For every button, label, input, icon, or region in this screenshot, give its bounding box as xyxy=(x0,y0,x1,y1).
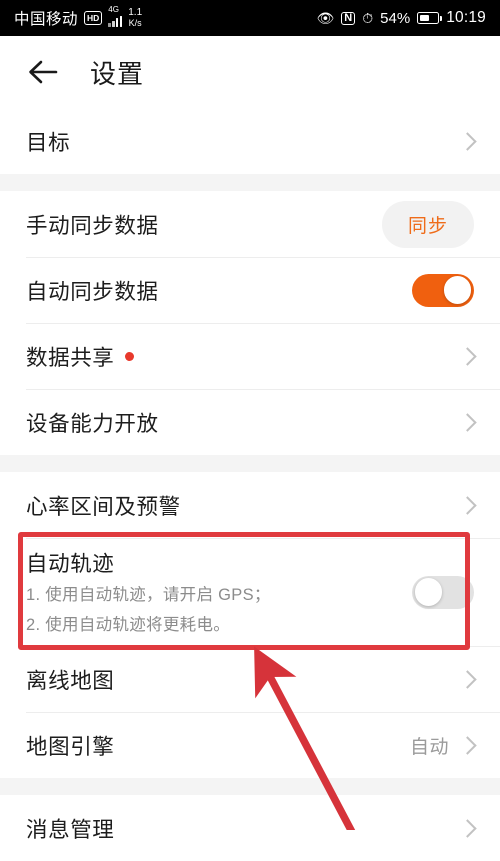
row-content: 自动同步数据 xyxy=(26,275,412,306)
row-separator xyxy=(26,538,500,539)
row-separator xyxy=(26,323,500,324)
settings-row[interactable]: 自动同步数据 xyxy=(0,257,500,323)
row-content: 自动轨迹 1. 使用自动轨迹，请开启 GPS； 2. 使用自动轨迹将更耗电。 xyxy=(26,547,412,638)
settings-row[interactable]: 自动轨迹 1. 使用自动轨迹，请开启 GPS； 2. 使用自动轨迹将更耗电。 xyxy=(0,538,500,646)
settings-row[interactable]: 消息管理 xyxy=(0,795,500,861)
battery-percent-label: 54% xyxy=(380,9,411,27)
page-title: 设置 xyxy=(90,58,145,89)
chevron-right-icon xyxy=(458,412,477,432)
data-rate-value: 1.1 xyxy=(128,7,143,19)
page-header: 设置 xyxy=(0,36,500,108)
settings-list: 目标手动同步数据 同步自动同步数据数据共享设备能力开放 心率区间及预警 自动轨迹 1. … xyxy=(0,108,500,861)
chevron-right-icon xyxy=(458,131,477,151)
row-content: 消息管理 xyxy=(26,813,451,844)
row-label: 心率区间及预警 xyxy=(26,494,181,519)
toggle-switch[interactable] xyxy=(412,273,474,307)
row-label: 自动轨迹 xyxy=(26,551,115,576)
settings-row[interactable]: 设备能力开放 xyxy=(0,389,500,455)
chevron-right-icon xyxy=(458,818,477,838)
new-badge-dot xyxy=(125,351,135,361)
row-separator xyxy=(26,712,500,713)
battery-icon xyxy=(417,12,443,24)
row-label: 地图引擎 xyxy=(26,734,115,759)
settings-group: 手动同步数据 同步自动同步数据数据共享设备能力开放 xyxy=(0,191,500,455)
back-arrow-icon[interactable] xyxy=(26,57,60,87)
chevron-right-icon xyxy=(458,495,477,515)
signal-strength-icon: 4G xyxy=(108,5,123,27)
row-subtitle-line: 1. 使用自动轨迹，请开启 GPS； xyxy=(26,585,271,604)
row-label: 自动同步数据 xyxy=(26,279,159,304)
row-value: 自动 xyxy=(409,736,449,758)
section-divider xyxy=(0,174,500,191)
sync-now-button[interactable]: 同步 xyxy=(381,200,474,248)
row-label: 消息管理 xyxy=(26,817,115,842)
toggle-switch[interactable] xyxy=(412,575,474,609)
row-label: 离线地图 xyxy=(26,668,115,693)
settings-group: 目标 xyxy=(0,108,500,174)
status-bar-right: 👁 N ⏱ 54% 10:19 xyxy=(317,9,486,27)
settings-group: 消息管理 xyxy=(0,795,500,861)
section-divider xyxy=(0,455,500,472)
eye-icon: 👁 xyxy=(316,10,335,26)
row-label: 数据共享 xyxy=(26,341,451,372)
row-content: 离线地图 xyxy=(26,664,451,695)
row-label: 手动同步数据 xyxy=(26,213,159,238)
data-rate-indicator: 1.1 K/s xyxy=(128,7,143,28)
clock-label: 10:19 xyxy=(446,9,486,26)
settings-row[interactable]: 数据共享 xyxy=(0,323,500,389)
settings-row[interactable]: 地图引擎 自动 xyxy=(0,712,500,778)
toggle-knob xyxy=(443,276,472,304)
section-divider xyxy=(0,778,500,795)
row-separator xyxy=(26,646,500,647)
settings-row[interactable]: 目标 xyxy=(0,108,500,174)
row-content: 手动同步数据 xyxy=(26,209,382,240)
alarm-clock-icon: ⏱ xyxy=(362,10,374,26)
chevron-right-icon xyxy=(458,669,477,689)
data-rate-unit: K/s xyxy=(128,17,142,28)
row-label: 设备能力开放 xyxy=(26,411,159,436)
network-type-label: 4G xyxy=(108,5,119,14)
settings-row[interactable]: 离线地图 xyxy=(0,646,500,712)
row-content: 设备能力开放 xyxy=(26,407,451,438)
row-content: 地图引擎 xyxy=(26,730,410,761)
status-bar: 中国移动 HD 4G 1.1 K/s 👁 N ⏱ 54% 10:19 xyxy=(0,0,500,36)
carrier-label: 中国移动 xyxy=(14,11,79,28)
nfc-icon: N xyxy=(341,11,356,25)
row-label: 目标 xyxy=(26,130,71,155)
row-content: 数据共享 xyxy=(26,341,451,372)
row-subtitle-line: 2. 使用自动轨迹将更耗电。 xyxy=(26,615,231,634)
chevron-right-icon xyxy=(458,346,477,366)
settings-row[interactable]: 手动同步数据 同步 xyxy=(0,191,500,257)
status-bar-left: 中国移动 HD 4G 1.1 K/s xyxy=(14,5,143,29)
settings-group: 心率区间及预警 自动轨迹 1. 使用自动轨迹，请开启 GPS； 2. 使用自动轨迹将更… xyxy=(0,472,500,778)
settings-row[interactable]: 心率区间及预警 xyxy=(0,472,500,538)
row-content: 目标 xyxy=(26,126,451,157)
row-separator xyxy=(26,257,500,258)
chevron-right-icon xyxy=(458,735,477,755)
hd-icon: HD xyxy=(84,11,103,25)
row-separator xyxy=(26,389,500,390)
row-content: 心率区间及预警 xyxy=(26,490,451,521)
toggle-knob xyxy=(414,578,443,606)
